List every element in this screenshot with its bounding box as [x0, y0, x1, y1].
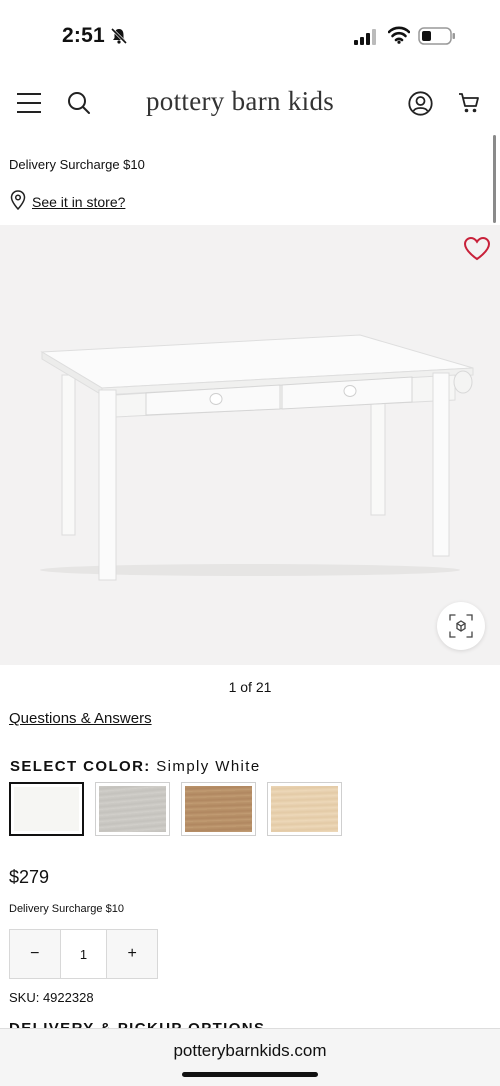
quantity-decrease-button[interactable]: − [10, 930, 60, 978]
quantity-increase-button[interactable]: + [107, 930, 157, 978]
desk-illustration [40, 334, 474, 581]
swatch-simply-white[interactable] [9, 782, 84, 836]
select-color-label: SELECT COLOR: Simply White [10, 758, 261, 775]
quantity-stepper: − 1 + [9, 929, 158, 979]
status-bar: 2:51 [0, 0, 500, 70]
url-text[interactable]: potterybarnkids.com [0, 1041, 500, 1061]
site-header: pottery barn kids [0, 70, 500, 134]
cellular-signal-icon [354, 29, 376, 45]
home-indicator[interactable] [182, 1072, 318, 1077]
image-counter: 1 of 21 [228, 679, 272, 695]
wifi-icon [388, 26, 410, 44]
search-icon[interactable] [67, 91, 91, 115]
silent-bell-icon [110, 27, 128, 45]
status-time: 2:51 [62, 24, 105, 47]
swatch-fill [99, 786, 166, 832]
select-color-heading: SELECT COLOR: [10, 758, 151, 775]
swatch-oak[interactable] [181, 782, 256, 836]
selected-color-name: Simply White [156, 758, 261, 775]
ar-view-button[interactable] [437, 602, 485, 650]
product-image[interactable] [0, 225, 500, 665]
wishlist-heart-icon[interactable] [463, 236, 491, 261]
swatch-fill [14, 787, 79, 831]
ar-cube-icon [449, 614, 473, 638]
quantity-value[interactable]: 1 [59, 930, 108, 978]
product-price: $279 [9, 867, 50, 887]
product-sku: SKU: 4922328 [9, 990, 94, 1005]
delivery-surcharge-bottom: Delivery Surcharge $10 [9, 903, 124, 915]
cart-icon[interactable] [458, 92, 480, 114]
delivery-surcharge-top: Delivery Surcharge $10 [9, 157, 145, 172]
location-pin-icon [10, 190, 26, 210]
delivery-options-heading[interactable]: DELIVERY & PICKUP OPTIONS [9, 1018, 265, 1028]
swatch-fill [185, 786, 252, 832]
questions-answers-link[interactable]: Questions & Answers [9, 710, 152, 727]
scrollbar-thumb[interactable] [493, 135, 496, 223]
account-icon[interactable] [408, 91, 433, 116]
see-in-store-link[interactable]: See it in store? [32, 194, 125, 210]
brand-logo[interactable]: pottery barn kids [146, 86, 334, 117]
swatch-fill [271, 786, 338, 832]
color-swatches [9, 782, 353, 836]
menu-icon[interactable] [16, 92, 42, 114]
battery-icon [418, 27, 455, 45]
swatch-grey-wash[interactable] [95, 782, 170, 836]
swatch-natural[interactable] [267, 782, 342, 836]
browser-url-bar[interactable]: potterybarnkids.com [0, 1028, 500, 1086]
